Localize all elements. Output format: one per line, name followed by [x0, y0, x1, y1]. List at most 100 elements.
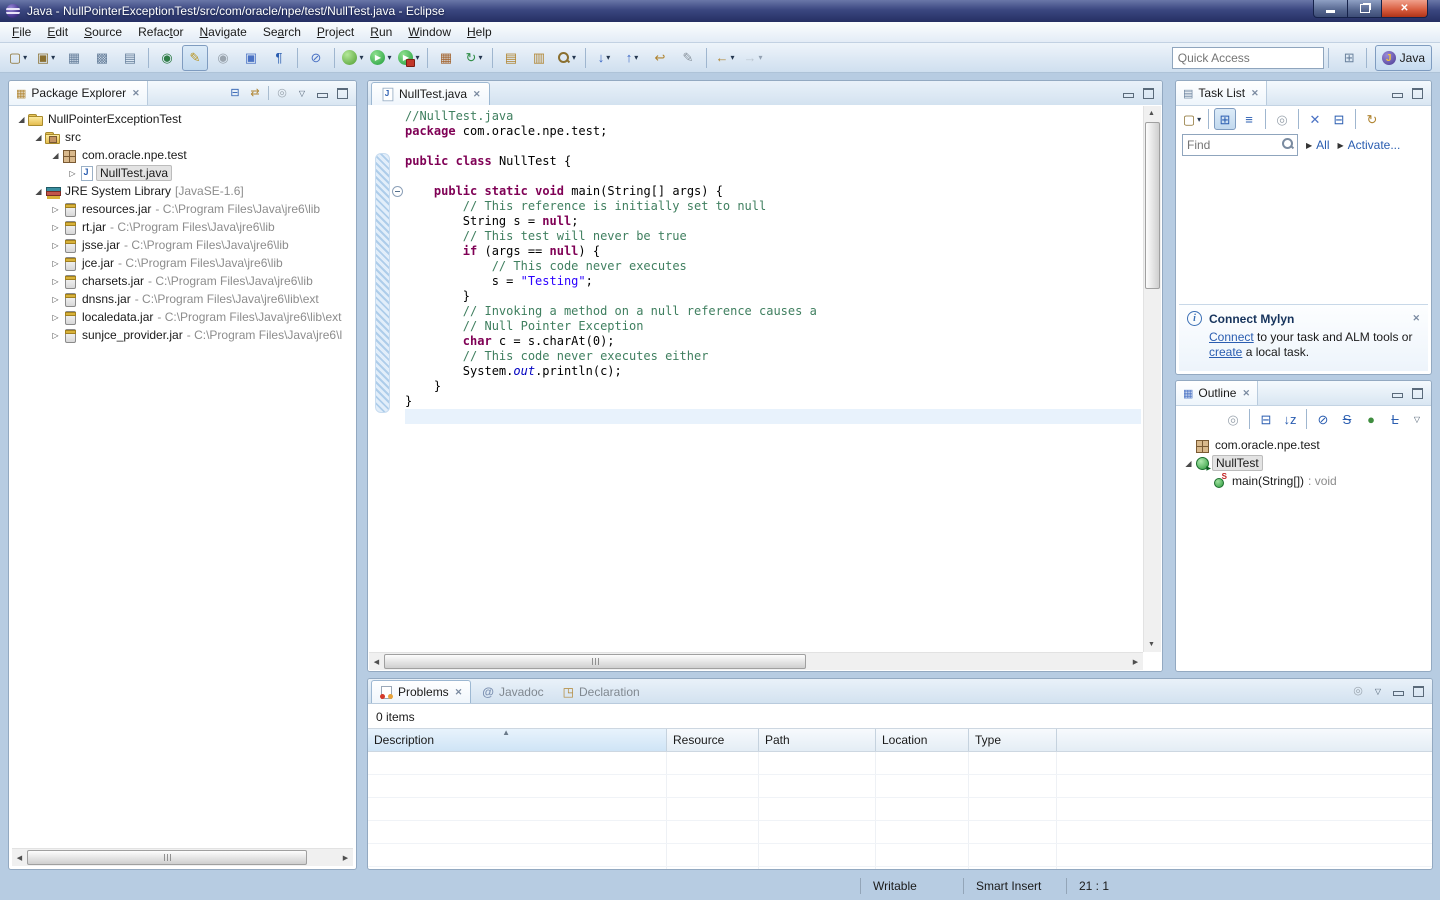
maximize-editor-button[interactable] [1139, 84, 1157, 102]
package-explorer-item-nulltest-java[interactable]: ▷NullTest.java [9, 164, 356, 182]
close-view-icon[interactable]: ✕ [132, 88, 140, 99]
code-line-4[interactable]: public class NullTest { [405, 154, 1141, 169]
code-line-14[interactable]: // Invoking a method on a null reference… [405, 304, 1141, 319]
hide-local-types-button[interactable]: L [1384, 408, 1406, 430]
link-with-editor-button[interactable]: ⇄ [246, 84, 264, 102]
find-input[interactable] [1182, 134, 1298, 156]
collapse-all-button[interactable]: ⊟ [1255, 408, 1277, 430]
view-menu-button[interactable]: ▽ [1369, 682, 1387, 700]
menu-edit[interactable]: Edit [39, 23, 76, 41]
package-explorer-item-dnsns-jar[interactable]: ▷dnsns.jar- C:\Program Files\Java\jre6\l… [9, 290, 356, 308]
collapse-all-button[interactable]: ⊟ [226, 84, 244, 102]
package-explorer-item-rt-jar[interactable]: ▷rt.jar- C:\Program Files\Java\jre6\lib [9, 218, 356, 236]
quick-access-input[interactable] [1172, 47, 1324, 69]
java-perspective-button[interactable]: J Java [1375, 45, 1432, 71]
column-header-type[interactable]: Type [969, 729, 1057, 751]
code-line-20[interactable]: } [405, 394, 1141, 409]
search-button[interactable]: ▾ [554, 45, 580, 71]
tree-collapsed-arrow-icon[interactable]: ▷ [49, 277, 62, 286]
code-line-19[interactable]: } [405, 379, 1141, 394]
tree-expanded-arrow-icon[interactable]: ◢ [49, 151, 62, 160]
scroll-right-icon[interactable]: ▶ [338, 850, 353, 865]
maximize-view-button[interactable] [1408, 384, 1426, 402]
package-explorer-item-com-oracle-npe-test[interactable]: ◢com.oracle.npe.test [9, 146, 356, 164]
last-edit-location-button[interactable]: ↩ [647, 45, 673, 71]
tree-collapsed-arrow-icon[interactable]: ▷ [66, 169, 79, 178]
tree-expanded-arrow-icon[interactable]: ◢ [32, 187, 45, 196]
maximize-view-button[interactable] [1408, 84, 1426, 102]
tree-collapsed-arrow-icon[interactable]: ▷ [49, 331, 62, 340]
scroll-left-icon[interactable]: ◀ [12, 850, 27, 865]
scope-all-link[interactable]: All [1316, 138, 1329, 152]
tab-javadoc[interactable]: @Javadoc [474, 681, 551, 703]
editor-vscrollbar[interactable]: ▲ ▼ [1143, 106, 1161, 652]
editor-hscrollbar[interactable]: ◀ ▶ [369, 652, 1143, 670]
outline-tab[interactable]: ▦ Outline ✕ [1176, 381, 1258, 405]
package-explorer-item-charsets-jar[interactable]: ▷charsets.jar- C:\Program Files\Java\jre… [9, 272, 356, 290]
package-explorer-item-jre-system-library[interactable]: ◢JRE System Library[JavaSE-1.6] [9, 182, 356, 200]
package-explorer-tab[interactable]: ▦ Package Explorer ✕ [9, 81, 148, 105]
hide-static-members-button[interactable]: S [1336, 408, 1358, 430]
team-sync-button[interactable]: ◉ [210, 45, 236, 71]
scheduled-view-button[interactable]: ≡ [1238, 108, 1260, 130]
code-line-9[interactable]: // This test will never be true [405, 229, 1141, 244]
scroll-left-icon[interactable]: ◀ [369, 654, 384, 669]
package-explorer-item-jsse-jar[interactable]: ▷jsse.jar- C:\Program Files\Java\jre6\li… [9, 236, 356, 254]
editor-tab-nulltest[interactable]: NullTest.java ✕ [371, 82, 490, 105]
pin-editor-button[interactable]: ✎ [675, 45, 701, 71]
create-link[interactable]: create [1209, 345, 1242, 359]
close-notification-icon[interactable]: ✕ [1412, 313, 1420, 324]
close-view-icon[interactable]: ✕ [1251, 88, 1259, 99]
focus-button[interactable]: ◎ [1349, 682, 1367, 700]
code-line-6[interactable]: public static void main(String[] args) { [405, 184, 1141, 199]
menu-navigate[interactable]: Navigate [191, 23, 254, 41]
package-explorer-item-nullpointerexceptiontest[interactable]: ◢NullPointerExceptionTest [9, 110, 356, 128]
tree-collapsed-arrow-icon[interactable]: ▷ [49, 295, 62, 304]
view-menu-button[interactable]: ▽ [1408, 410, 1426, 428]
activate-link[interactable]: Activate... [1348, 138, 1401, 152]
save-all-button[interactable]: ▩ [89, 45, 115, 71]
debug-button[interactable]: ▾ [340, 45, 366, 71]
menu-window[interactable]: Window [400, 23, 459, 41]
code-line-11[interactable]: // This code never executes [405, 259, 1141, 274]
view-menu-button[interactable]: ▽ [293, 84, 311, 102]
run-button[interactable]: ▶▾ [368, 45, 394, 71]
scrollbar-thumb[interactable] [27, 850, 307, 865]
menu-source[interactable]: Source [76, 23, 130, 41]
new-wizard-button[interactable]: ▢▾ [5, 45, 31, 71]
last-tool-button[interactable]: ◉ [154, 45, 180, 71]
open-console-button[interactable]: ▣ [238, 45, 264, 71]
code-line-12[interactable]: s = "Testing"; [405, 274, 1141, 289]
tree-expanded-arrow-icon[interactable]: ◢ [32, 133, 45, 142]
folding-ruler[interactable] [390, 105, 405, 652]
package-explorer-item-resources-jar[interactable]: ▷resources.jar- C:\Program Files\Java\jr… [9, 200, 356, 218]
minimize-view-button[interactable] [1388, 84, 1406, 102]
back-button[interactable]: ←▾ [712, 45, 738, 71]
maximize-view-button[interactable] [333, 84, 351, 102]
outline-item-com-oracle-npe-test[interactable]: com.oracle.npe.test [1176, 436, 1431, 454]
scroll-up-icon[interactable]: ▲ [1144, 106, 1159, 121]
code-line-10[interactable]: if (args == null) { [405, 244, 1141, 259]
tree-expanded-arrow-icon[interactable]: ◢ [1182, 459, 1195, 468]
synchronize-button[interactable]: ↻ [1361, 108, 1383, 130]
print-button[interactable]: ▤ [117, 45, 143, 71]
sort-button[interactable]: ↓z [1279, 408, 1301, 430]
menu-project[interactable]: Project [309, 23, 362, 41]
code-line-2[interactable]: package com.oracle.npe.test; [405, 124, 1141, 139]
open-perspective-button[interactable]: ⊞ [1337, 45, 1362, 71]
menu-search[interactable]: Search [255, 23, 309, 41]
minimize-button[interactable] [1313, 0, 1348, 18]
skip-all-breakpoints-button[interactable]: ⊘ [303, 45, 329, 71]
code-line-21[interactable] [405, 409, 1141, 424]
outline-item-nulltest[interactable]: ◢NullTest [1176, 454, 1431, 472]
focus-active-task-button[interactable]: ◎ [1222, 408, 1244, 430]
menu-refactor[interactable]: Refactor [130, 23, 191, 41]
external-tools-button[interactable]: ▶▾ [396, 45, 422, 71]
minimize-view-button[interactable] [313, 84, 331, 102]
tree-expanded-arrow-icon[interactable]: ◢ [15, 115, 28, 124]
new-java-project-button[interactable]: ▦ [433, 45, 459, 71]
restore-button[interactable] [1348, 0, 1381, 18]
column-header-location[interactable]: Location [876, 729, 969, 751]
focus-on-workweek-button[interactable]: ◎ [1271, 108, 1293, 130]
code-line-5[interactable] [405, 169, 1141, 184]
